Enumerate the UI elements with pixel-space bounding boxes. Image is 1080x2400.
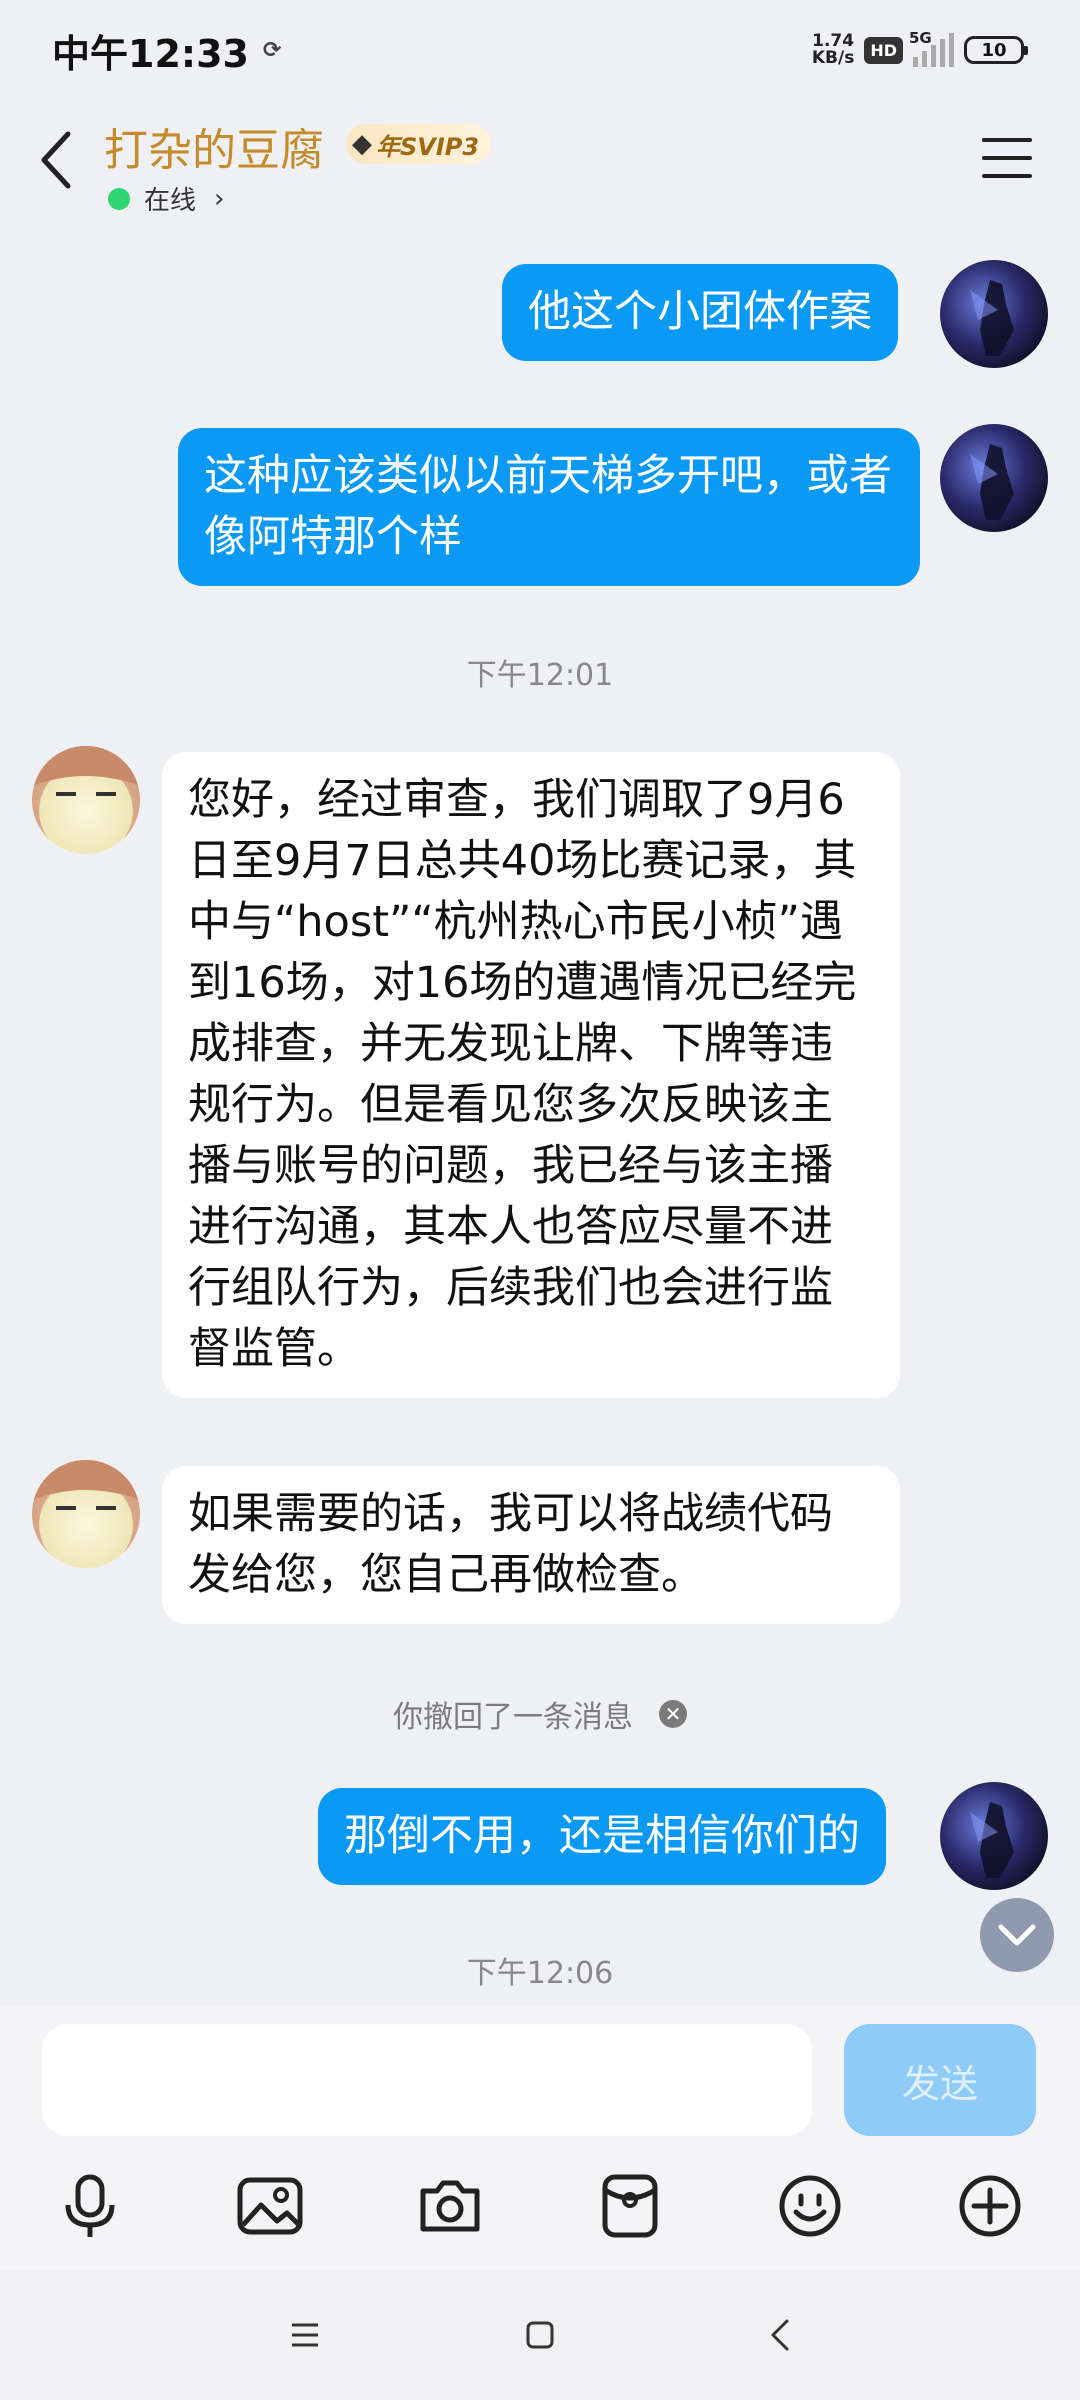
- vip-badge[interactable]: ◆ 年SVIP3: [346, 124, 492, 164]
- scroll-to-bottom-button[interactable]: [980, 1898, 1054, 1972]
- composer-toolbar: [0, 2166, 1080, 2246]
- message-timestamp: 下午12:01: [466, 658, 614, 693]
- status-time: 中午12:33: [52, 31, 249, 76]
- my-avatar[interactable]: [940, 260, 1048, 368]
- message-bubble-outgoing[interactable]: 那倒不用，还是相信你们的: [318, 1788, 886, 1885]
- chevron-left-icon: [771, 2319, 789, 2351]
- image-icon: [237, 2177, 303, 2235]
- back-button[interactable]: [34, 128, 78, 192]
- recall-notice: 你撤回了一条消息 ✕: [0, 1692, 1080, 1736]
- red-packet-button[interactable]: [590, 2166, 670, 2246]
- microphone-icon: [65, 2174, 115, 2237]
- image-button[interactable]: [230, 2166, 310, 2246]
- message-input[interactable]: [42, 2024, 812, 2136]
- message-bubble-outgoing[interactable]: 这种应该类似以前天梯多开吧，或者像阿特那个样: [178, 428, 920, 586]
- camera-button[interactable]: [410, 2166, 490, 2246]
- square-icon: [526, 2321, 554, 2349]
- menu-button[interactable]: [982, 138, 1032, 178]
- more-button[interactable]: [950, 2166, 1030, 2246]
- avatar-figure-icon: [970, 280, 1014, 356]
- message-bubble-incoming[interactable]: 您好，经过审查，我们调取了9月6日至9月7日总共40场比赛记录，其中与“host…: [162, 752, 900, 1398]
- contact-name[interactable]: 打杂的豆腐: [104, 114, 324, 178]
- system-nav-bar: [0, 2270, 1080, 2400]
- hamburger-icon: [982, 138, 1032, 142]
- chevron-down-icon: [998, 1924, 1036, 1946]
- camera-icon: [420, 2180, 480, 2232]
- red-packet-icon: [602, 2174, 658, 2238]
- online-status[interactable]: 在线 ›: [108, 180, 224, 217]
- menu-lines-icon: [292, 2323, 318, 2347]
- emoji-icon: [779, 2175, 841, 2237]
- emoji-button[interactable]: [770, 2166, 850, 2246]
- message-timestamp: 下午12:06: [466, 1956, 614, 1991]
- status-bar: 中午12:33 ⟳ 1.74 KB/s HD 5G 10: [0, 0, 1080, 100]
- avatar-figure-icon: [970, 444, 1014, 520]
- battery-icon: 10: [964, 36, 1028, 64]
- close-icon[interactable]: ✕: [659, 1700, 687, 1728]
- home-button[interactable]: [505, 2300, 575, 2370]
- online-dot-icon: [108, 187, 130, 210]
- plus-icon: [959, 2175, 1021, 2237]
- avatar-face-icon: [32, 1460, 140, 1510]
- sync-icon: ⟳: [262, 37, 282, 63]
- my-avatar[interactable]: [940, 1782, 1048, 1890]
- contact-avatar[interactable]: [32, 746, 140, 854]
- hd-icon: HD: [864, 36, 903, 64]
- chevron-right-icon: ›: [214, 183, 225, 214]
- chevron-left-icon: [41, 131, 71, 189]
- contact-avatar[interactable]: [32, 1460, 140, 1568]
- system-back-button[interactable]: [745, 2300, 815, 2370]
- avatar-figure-icon: [970, 1802, 1014, 1878]
- my-avatar[interactable]: [940, 424, 1048, 532]
- voice-button[interactable]: [50, 2166, 130, 2246]
- avatar-face-icon: [32, 746, 140, 796]
- send-button[interactable]: 发送: [844, 2024, 1036, 2136]
- network-speed: 1.74 KB/s: [811, 31, 855, 68]
- recent-apps-button[interactable]: [270, 2300, 340, 2370]
- signal-icon: 5G: [909, 29, 954, 67]
- vip-icon: ◆: [352, 129, 372, 159]
- message-bubble-outgoing[interactable]: 他这个小团体作案: [502, 264, 898, 361]
- message-bubble-incoming[interactable]: 如果需要的话，我可以将战绩代码发给您，您自己再做检查。: [162, 1466, 900, 1624]
- chat-header: 打杂的豆腐 ◆ 年SVIP3 在线 ›: [0, 100, 1080, 225]
